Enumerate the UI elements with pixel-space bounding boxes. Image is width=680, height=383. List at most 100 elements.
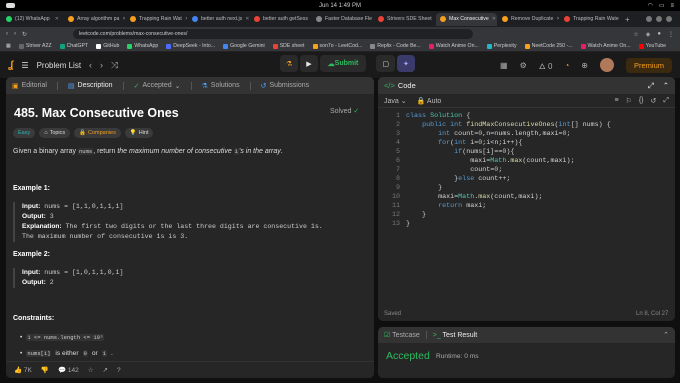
back-icon[interactable]: ‹ bbox=[6, 31, 8, 37]
desc-emphasis: the maximum number of consecutive bbox=[117, 148, 232, 155]
braces-icon[interactable]: {} bbox=[639, 97, 644, 105]
reset-icon[interactable]: ↺ bbox=[651, 97, 657, 105]
fullscreen-icon[interactable]: ⤢ bbox=[648, 81, 654, 91]
tab-submissions-label: Submissions bbox=[269, 82, 310, 89]
bookmark-item[interactable]: YouTube bbox=[638, 43, 666, 49]
menu-icon[interactable]: ⋮ bbox=[668, 31, 674, 38]
format-icon[interactable]: ≡ bbox=[614, 97, 618, 105]
browser-tab[interactable]: Trapping Rain Wat ✕ bbox=[126, 13, 187, 26]
minimize-icon[interactable] bbox=[646, 16, 652, 22]
bookmark-item[interactable]: Perplexity bbox=[486, 43, 517, 49]
tab-test-result[interactable]: >_ Test Result bbox=[433, 332, 477, 339]
bookmark-item[interactable]: SDE sheet bbox=[272, 43, 305, 49]
close-tab-icon[interactable]: ✕ bbox=[185, 16, 187, 22]
help-icon[interactable]: ? bbox=[117, 367, 121, 374]
bookmark-item[interactable]: Watch Anime On... bbox=[580, 43, 631, 49]
problem-list-icon[interactable]: ☰ bbox=[21, 61, 28, 70]
bookmark-item[interactable]: ChatGPT bbox=[59, 43, 88, 49]
tab-description[interactable]: ▤ Description bbox=[68, 82, 113, 90]
wifi-icon[interactable]: ◠ bbox=[648, 2, 653, 9]
reload-icon[interactable]: ↻ bbox=[22, 31, 27, 38]
close-tab-icon[interactable]: ✕ bbox=[122, 16, 125, 22]
apps-icon[interactable]: ▦ bbox=[6, 43, 11, 49]
companies-chip[interactable]: 🔒 Companies bbox=[74, 128, 121, 138]
settings-icon[interactable]: ⚙ bbox=[520, 61, 527, 70]
run-button[interactable]: ▶ bbox=[300, 55, 318, 72]
dislike-button[interactable]: 👎 bbox=[41, 366, 49, 374]
battery-icon[interactable]: ▭ bbox=[659, 2, 665, 9]
language-select[interactable]: Java ⌄ bbox=[384, 97, 407, 105]
forward-icon[interactable]: › bbox=[14, 31, 16, 37]
bookmark-favicon-icon bbox=[18, 43, 24, 49]
close-window-icon[interactable] bbox=[666, 16, 672, 22]
tab-divider bbox=[249, 81, 251, 90]
tab-submissions[interactable]: ↺ Submissions bbox=[261, 82, 310, 90]
tab-testcase[interactable]: ☑ Testcase bbox=[384, 331, 420, 339]
code-editor[interactable]: 1 class Solution {2 public int findMaxCon… bbox=[380, 112, 674, 307]
comments-button[interactable]: 💬 142 bbox=[58, 366, 79, 374]
timer-icon[interactable]: ◔ bbox=[564, 61, 569, 70]
browser-tab[interactable]: (12) WhatsApp ✕ bbox=[2, 13, 63, 26]
like-button[interactable]: 👍 7K bbox=[14, 366, 32, 374]
close-tab-icon[interactable]: ✕ bbox=[556, 16, 559, 22]
url-field[interactable]: leetcode.com/problems/max-consecutive-on… bbox=[73, 29, 474, 39]
premium-button[interactable]: Premium bbox=[625, 57, 672, 73]
tab-description-label: Description bbox=[77, 82, 113, 89]
shuffle-icon[interactable]: ⤨ bbox=[111, 60, 118, 71]
favorite-star-icon[interactable]: ☆ bbox=[88, 366, 94, 374]
extensions-icon[interactable]: ◈ bbox=[646, 31, 651, 38]
browser-tab[interactable]: Strivers SDE Sheet✕ bbox=[374, 13, 435, 26]
auto-toggle[interactable]: 🔒 Auto bbox=[417, 97, 442, 105]
ai-assist-button[interactable]: ✦ bbox=[397, 55, 415, 72]
close-tab-icon[interactable]: ✕ bbox=[245, 16, 249, 22]
problem-list-link[interactable]: Problem List bbox=[37, 61, 81, 70]
browser-tab[interactable]: Array algorithm pa ✕ bbox=[64, 13, 125, 26]
bookmark-item[interactable]: NeetCode 250 -... bbox=[524, 43, 573, 49]
bookmark-item[interactable]: WhatsApp bbox=[127, 43, 158, 49]
profile-icon[interactable]: ● bbox=[657, 31, 661, 38]
bookmark-item[interactable]: Google Gemini bbox=[223, 43, 265, 49]
browser-tab[interactable]: better auth getSess✕ bbox=[250, 13, 311, 26]
bookmark-item[interactable]: Watch Anime On... bbox=[428, 43, 479, 49]
browser-tab[interactable]: Faster Database Fle✕ bbox=[312, 13, 373, 26]
collapse-icon[interactable]: ⌃ bbox=[663, 81, 669, 90]
bookmark-item[interactable]: DeepSeek - Into... bbox=[166, 43, 215, 49]
bookmark-item[interactable]: Replix - Code Be... bbox=[370, 43, 421, 49]
close-tab-icon[interactable]: ✕ bbox=[492, 16, 496, 22]
bookmark-item[interactable]: GitHub bbox=[96, 43, 119, 49]
avatar[interactable] bbox=[599, 58, 614, 72]
debug-button[interactable]: ⚗ bbox=[280, 55, 299, 72]
leetcode-logo-icon[interactable]: ʆ bbox=[8, 60, 13, 71]
share-icon[interactable]: ↗ bbox=[103, 366, 108, 374]
streak-counter[interactable]: 🜂 0 bbox=[539, 57, 553, 74]
new-tab-icon[interactable]: + bbox=[625, 15, 630, 24]
browser-tab[interactable]: Remove Duplicate ✕ bbox=[498, 13, 559, 26]
maximize-icon[interactable] bbox=[656, 16, 662, 22]
tab-accepted[interactable]: ✓ Accepted ⌄ bbox=[134, 82, 181, 90]
add-friend-icon[interactable]: ⊕ bbox=[581, 61, 588, 70]
apple-menu-icon[interactable] bbox=[6, 3, 15, 8]
browser-tab[interactable]: better auth next.js ✕ bbox=[188, 13, 249, 26]
browser-tab[interactable]: Trapping Rain Wate✕ bbox=[560, 13, 621, 26]
expand-icon[interactable]: ⤢ bbox=[663, 97, 669, 105]
notes-button[interactable]: ▢ bbox=[376, 55, 396, 72]
next-problem-icon[interactable]: › bbox=[100, 60, 103, 70]
bookmark-label: DeepSeek - Into... bbox=[173, 43, 216, 49]
bookmark-icon[interactable]: ⚐ bbox=[626, 97, 632, 105]
control-center-icon[interactable]: ≡ bbox=[670, 3, 674, 9]
bookmark-item[interactable]: Striver A2Z bbox=[18, 43, 52, 49]
hint-chip[interactable]: 💡 Hint bbox=[124, 128, 154, 138]
layout-icon[interactable]: ▦ bbox=[500, 61, 508, 70]
code-line: if(nums[i]==0){ bbox=[454, 148, 515, 156]
browser-tab[interactable]: Max Consecutive ✕ bbox=[436, 12, 497, 26]
bookmark-star-icon[interactable]: ☆ bbox=[633, 31, 638, 38]
tab-editorial[interactable]: ▣ Editorial bbox=[12, 82, 47, 90]
topics-chip[interactable]: ⌂ Topics bbox=[39, 128, 71, 138]
bookmark-item[interactable]: son7o - LeetCod... bbox=[312, 43, 362, 49]
close-tab-icon[interactable]: ✕ bbox=[55, 16, 59, 22]
submit-button[interactable]: ☁ Submit bbox=[319, 55, 367, 72]
tab-solutions[interactable]: ⚗ Solutions bbox=[202, 82, 240, 90]
prev-problem-icon[interactable]: ‹ bbox=[89, 60, 92, 70]
browser-tab-label: Array algorithm pa bbox=[77, 16, 120, 22]
collapse-test-icon[interactable]: ⌃ bbox=[663, 331, 669, 339]
